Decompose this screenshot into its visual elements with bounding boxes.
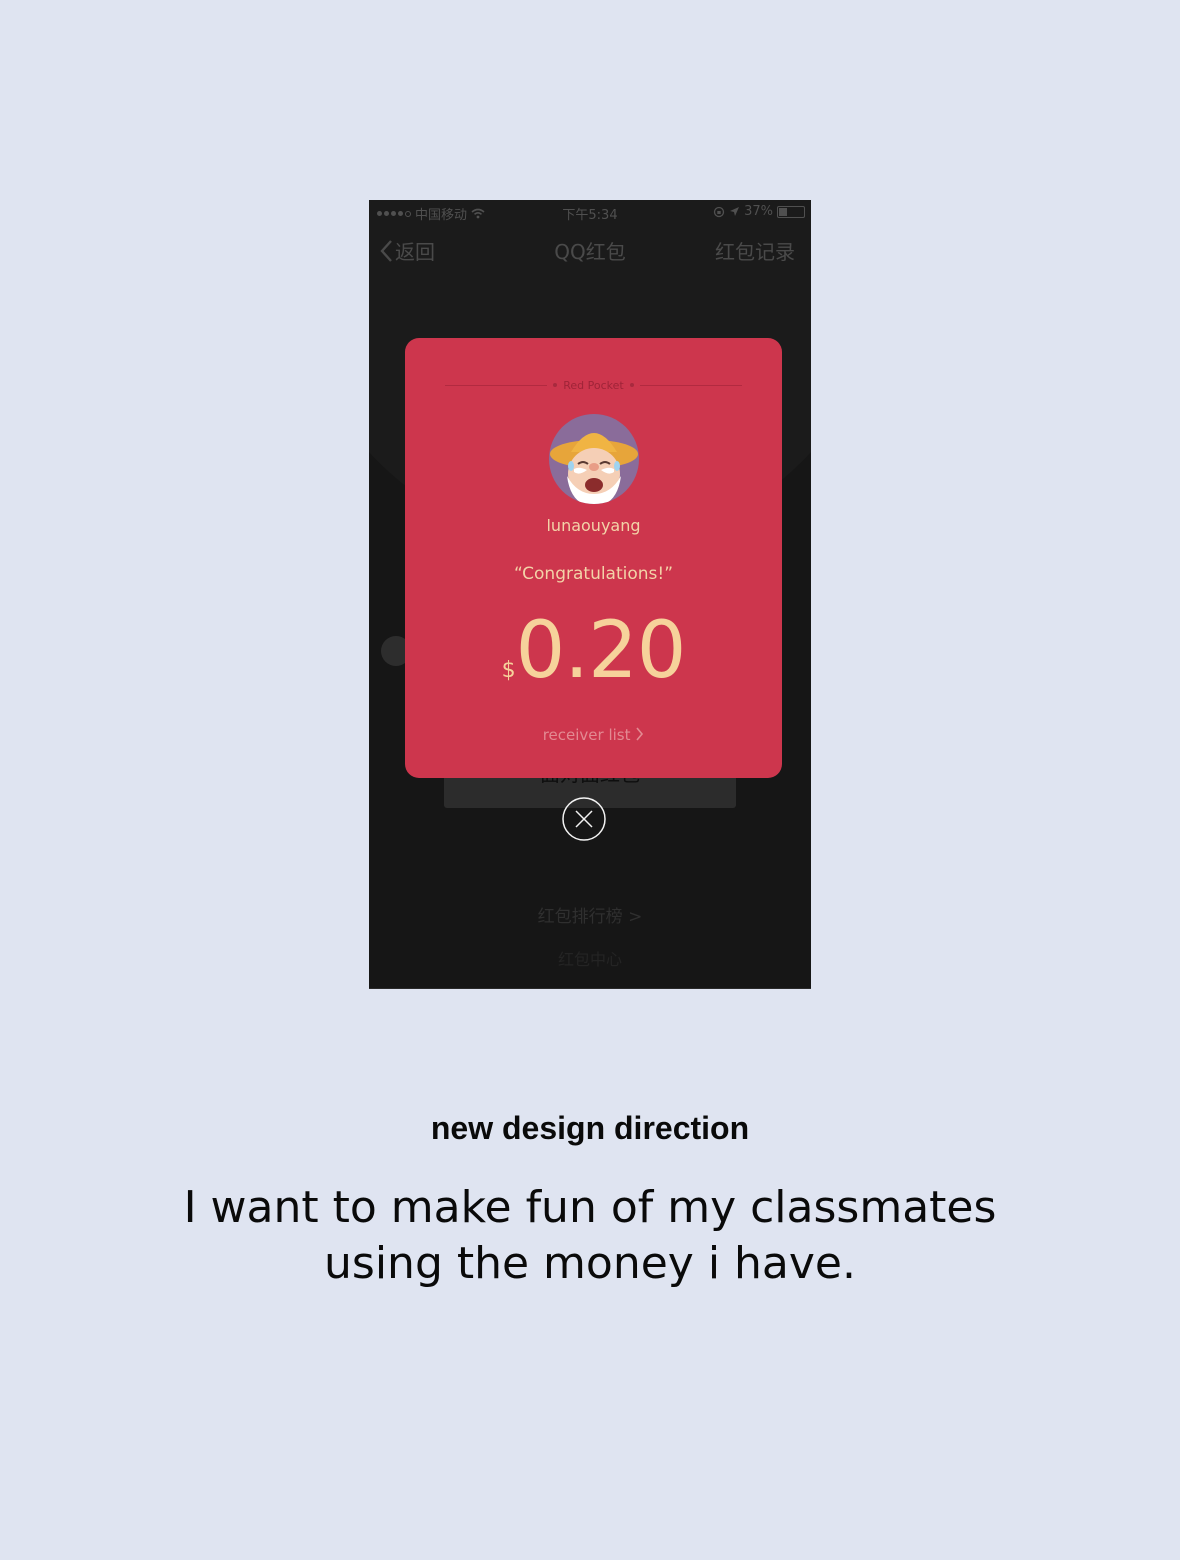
battery-icon [777, 205, 805, 218]
receiver-list-link[interactable]: receiver list [405, 726, 782, 744]
battery-percent: 37% [744, 204, 773, 219]
amount-value: 0.20 [515, 606, 687, 696]
caption-body: I want to make fun of my classmates usin… [140, 1180, 1040, 1292]
greeting-message: “Congratulations!” [513, 564, 674, 584]
phone-screenshot: 中国移动 下午5:34 37% 返回 QQ红包 红包记录 红包排行榜 > 红包中… [369, 200, 811, 989]
divider [445, 384, 548, 386]
divider-dot [629, 383, 634, 387]
red-pocket-card: Red Pocket lunaouyang “Congratulations!”… [405, 338, 782, 778]
location-arrow-icon [730, 207, 740, 216]
caption-line: using the money i have. [324, 1238, 856, 1289]
rotation-lock-icon [713, 206, 725, 217]
close-button[interactable] [562, 797, 606, 841]
amount: $0.20 [405, 606, 782, 696]
sender-avatar [549, 414, 639, 504]
ranking-link[interactable]: 红包排行榜 > [369, 902, 811, 927]
center-link[interactable]: 红包中心 [369, 946, 811, 970]
receiver-list-label: receiver list [542, 726, 631, 744]
card-header: Red Pocket [445, 376, 743, 394]
divider [639, 384, 743, 386]
divider-dot [553, 383, 558, 387]
records-link[interactable]: 红包记录 [715, 236, 795, 265]
chevron-right-icon [636, 727, 644, 741]
currency-symbol: $ [501, 658, 516, 683]
sender-username: lunaouyang [546, 516, 641, 535]
caption-line: I want to make fun of my classmates [183, 1182, 997, 1233]
nav-bar: 返回 QQ红包 红包记录 [369, 230, 811, 270]
caption-title: new design direction [430, 1110, 750, 1146]
status-bar: 中国移动 下午5:34 37% [369, 200, 811, 224]
card-header-label: Red Pocket [563, 378, 624, 392]
